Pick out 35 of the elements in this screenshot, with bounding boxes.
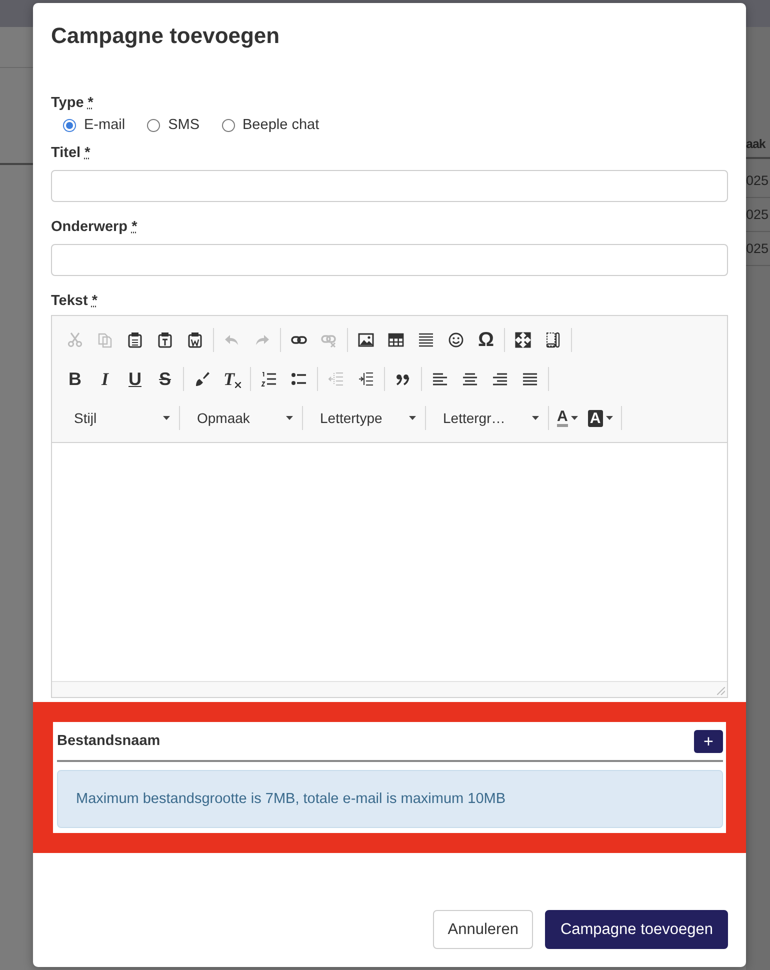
field-label: Onderwerp *: [51, 219, 138, 235]
radio-option[interactable]: Beeple chat: [222, 117, 320, 133]
caret-icon: [532, 416, 539, 420]
add-button[interactable]: +: [694, 730, 723, 752]
dropdown[interactable]: Opmaak: [183, 406, 299, 430]
text-color-button[interactable]: A: [552, 406, 583, 430]
dropdown[interactable]: Lettergr…: [429, 406, 545, 430]
strike-button[interactable]: S: [150, 367, 180, 391]
bold-button[interactable]: B: [60, 367, 90, 391]
caret-icon: [409, 416, 416, 420]
field-label: Tekst *: [51, 293, 98, 309]
radio-option[interactable]: E-mail: [63, 117, 126, 133]
resize-grip-icon[interactable]: [717, 687, 725, 695]
dropdown[interactable]: Stijl: [60, 406, 176, 430]
cancel-button[interactable]: Annuleren: [432, 910, 534, 949]
cross-icon: [234, 382, 240, 388]
input-field[interactable]: [51, 244, 728, 276]
input-field[interactable]: [51, 170, 728, 202]
caret-icon: [570, 416, 578, 420]
column-header: Bestandsnaam: [57, 733, 160, 749]
background-color-button[interactable]: A: [582, 406, 618, 430]
caret-icon: [286, 416, 293, 420]
italic-button[interactable]: I: [90, 367, 120, 391]
underline-button[interactable]: U: [120, 367, 150, 391]
remove-format-button[interactable]: T: [217, 367, 247, 391]
info-alert: Maximum bestandsgrootte is 7MB, totale e-mail is maximum 10MB: [57, 770, 723, 828]
field-label: Titel *: [51, 145, 92, 161]
dropdown[interactable]: Lettertype: [306, 406, 422, 430]
submit-button[interactable]: Campagne toevoegen: [545, 910, 728, 949]
field-label: Type *: [51, 95, 94, 111]
radio-option[interactable]: SMS: [147, 117, 200, 133]
modal-title: Campagne toevoegen: [51, 23, 281, 49]
caret-icon: [606, 416, 613, 420]
special-character-button[interactable]: Ω: [471, 328, 501, 352]
caret-icon: [163, 416, 170, 420]
